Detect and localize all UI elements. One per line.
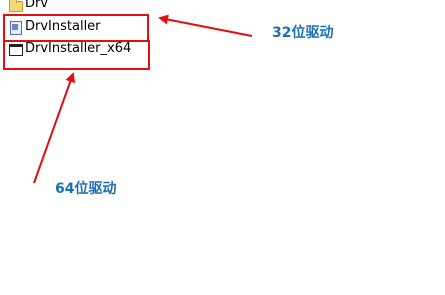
annotation-32bit-driver: 32位驱动 [272, 25, 334, 41]
annotation-arrows [33, 14, 253, 184]
annotation-64bit-driver: 64位驱动 [55, 181, 117, 197]
arrow-to-x86 [158, 14, 253, 37]
arrow-to-x64 [33, 72, 76, 184]
